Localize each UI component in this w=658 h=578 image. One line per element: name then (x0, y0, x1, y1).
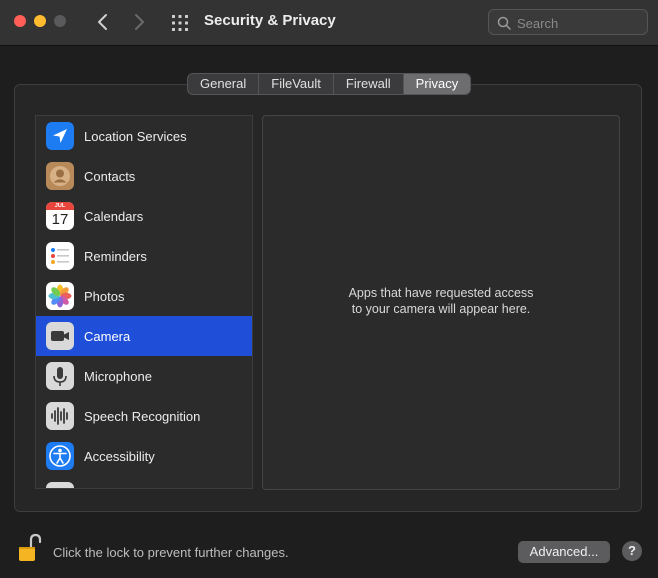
accessibility-icon (46, 442, 74, 470)
contacts-icon (46, 162, 74, 190)
lock-status-text: Click the lock to prevent further change… (53, 545, 289, 560)
window-title: Security & Privacy (204, 12, 336, 29)
tab-firewall[interactable]: Firewall (334, 74, 404, 94)
privacy-item-microphone[interactable]: Microphone (36, 356, 252, 396)
search-input[interactable] (515, 13, 645, 33)
privacy-item-camera[interactable]: Camera (36, 316, 252, 356)
privacy-item-calendars[interactable]: JUL 17 Calendars (36, 196, 252, 236)
tab-filevault[interactable]: FileVault (259, 74, 334, 94)
privacy-item-label: Contacts (84, 168, 136, 184)
privacy-item-label: Camera (84, 328, 131, 344)
search-field[interactable] (488, 9, 648, 35)
privacy-item-label: Photos (84, 288, 125, 304)
unlocked-padlock-icon (19, 533, 42, 561)
back-button[interactable] (92, 11, 114, 33)
lock-button[interactable] (18, 533, 42, 563)
reminders-icon (46, 242, 74, 270)
privacy-item-partial[interactable] (36, 476, 252, 488)
privacy-item-label: Calendars (84, 208, 144, 224)
privacy-item-speech-recognition[interactable]: Speech Recognition (36, 396, 252, 436)
empty-state-message: Apps that have requested access to your … (263, 285, 619, 317)
privacy-item-accessibility[interactable]: Accessibility (36, 436, 252, 476)
search-icon (497, 16, 511, 30)
chevron-left-icon (98, 14, 107, 30)
privacy-item-contacts[interactable]: Contacts (36, 156, 252, 196)
privacy-item-label: Reminders (84, 248, 147, 264)
grid-icon (172, 15, 188, 31)
partial-item-icon (46, 482, 74, 488)
tab-bar: General FileVault Firewall Privacy (187, 73, 472, 95)
help-button[interactable]: ? (622, 541, 642, 561)
tab-general[interactable]: General (188, 74, 260, 94)
photos-icon (46, 282, 74, 310)
empty-state-line-1: Apps that have requested access (348, 286, 534, 300)
privacy-item-label: Microphone (84, 368, 152, 384)
location-arrow-icon (46, 122, 74, 150)
privacy-item-label: Speech Recognition (84, 408, 201, 424)
privacy-category-list[interactable]: Location Services Contacts JUL 17 Calend… (35, 115, 253, 489)
close-window-button[interactable] (14, 15, 26, 27)
privacy-item-label: Accessibility (84, 448, 155, 464)
calendar-day: 17 (51, 211, 69, 228)
privacy-item-reminders[interactable]: Reminders (36, 236, 252, 276)
title-bar: Security & Privacy (0, 0, 658, 46)
privacy-item-label: Location Services (84, 128, 187, 144)
chevron-right-icon (135, 14, 144, 30)
camera-apps-list: Apps that have requested access to your … (262, 115, 620, 490)
privacy-item-location-services[interactable]: Location Services (36, 116, 252, 156)
camera-icon (46, 322, 74, 350)
show-all-grid-button[interactable] (170, 13, 190, 33)
microphone-icon (46, 362, 74, 390)
calendar-icon: JUL 17 (46, 202, 74, 230)
zoom-window-button[interactable] (54, 15, 66, 27)
forward-button[interactable] (128, 11, 150, 33)
tab-privacy[interactable]: Privacy (403, 74, 471, 94)
speech-recognition-icon (46, 402, 74, 430)
empty-state-line-2: to your camera will appear here. (351, 302, 531, 316)
minimize-window-button[interactable] (34, 15, 46, 27)
advanced-button[interactable]: Advanced... (518, 541, 610, 563)
calendar-month: JUL (46, 202, 74, 210)
privacy-item-photos[interactable]: Photos (36, 276, 252, 316)
